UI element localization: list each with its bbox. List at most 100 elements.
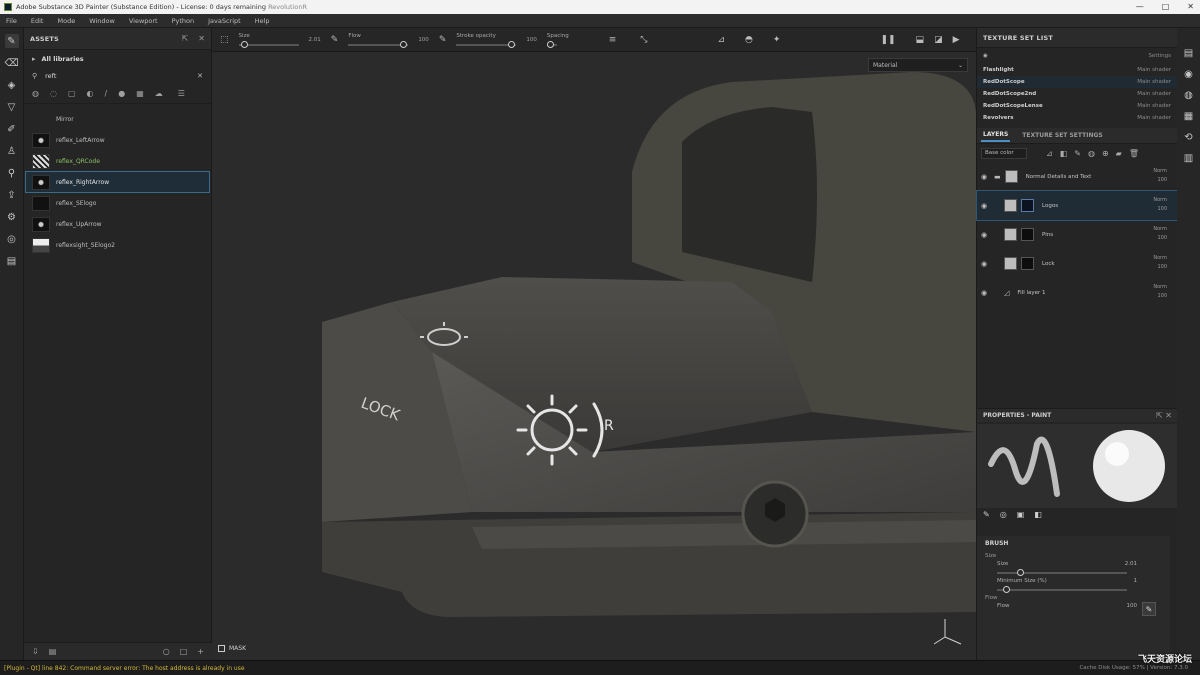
texture-set-shader[interactable]: Main shader: [1137, 79, 1171, 85]
properties-icon[interactable]: ▥: [1184, 153, 1193, 164]
layer-blend[interactable]: Norm 100: [1153, 283, 1167, 301]
eye-icon[interactable]: ◉: [983, 53, 988, 59]
minimize-button[interactable]: —: [1136, 2, 1144, 11]
layer-blend[interactable]: Norm 100: [1153, 167, 1167, 185]
status-error[interactable]: [Plugin - Qt] line 842: Command server e…: [4, 665, 245, 672]
close-panel-icon[interactable]: ✕: [198, 34, 205, 43]
brush-tab-icon[interactable]: ✎: [983, 510, 990, 519]
stroke-opacity-slider[interactable]: [456, 41, 517, 48]
texture-set-row[interactable]: RedDotScope Main shader: [977, 76, 1177, 88]
size-slider[interactable]: [238, 41, 299, 48]
paint-brush-icon[interactable]: ✎: [4, 34, 19, 48]
min-size-value[interactable]: 1: [1134, 578, 1138, 584]
asset-search-input[interactable]: [45, 72, 190, 80]
menu-javascript[interactable]: JavaScript: [208, 17, 241, 25]
add-mask-icon[interactable]: ◧: [1060, 149, 1068, 158]
filter-materials-icon[interactable]: ◍: [32, 89, 39, 98]
layer-row[interactable]: ◉ Lock Norm 100: [977, 249, 1177, 278]
preview-square-icon[interactable]: □: [180, 647, 188, 656]
size-value[interactable]: 2.01: [309, 37, 321, 43]
eraser-icon[interactable]: ⌫: [4, 56, 18, 70]
texture-set-settings-dropdown[interactable]: Settings: [1148, 53, 1171, 59]
size-prop-value[interactable]: 2.01: [1125, 561, 1137, 567]
texture-set-list-icon[interactable]: ▤: [1184, 48, 1193, 59]
list-view-icon[interactable]: ☰: [178, 89, 185, 98]
min-size-knob[interactable]: [1003, 586, 1010, 593]
menu-viewport[interactable]: Viewport: [129, 17, 158, 25]
pen-pressure-icon[interactable]: ✎: [331, 35, 339, 45]
size-prop-slider[interactable]: [997, 569, 1127, 576]
shader-settings-icon[interactable]: ◍: [1184, 90, 1193, 101]
size-slider-knob[interactable]: [240, 41, 248, 48]
pen-pressure-flow-icon[interactable]: ✎: [439, 35, 447, 45]
asset-item[interactable]: reflexsight_SElogo2: [26, 235, 209, 255]
layer-mask-thumbnail[interactable]: [1021, 257, 1034, 270]
projection-icon[interactable]: ◈: [5, 78, 19, 92]
stroke-opacity-knob[interactable]: [508, 41, 516, 48]
material-tab-icon[interactable]: ◧: [1034, 510, 1042, 519]
layer-row[interactable]: ◉ ▬ Normal Details and Text Norm 100: [977, 162, 1177, 191]
stroke-opacity-value[interactable]: 100: [526, 37, 537, 43]
layer-row[interactable]: ◉ ◿ Fill layer 1 Norm 100: [977, 278, 1177, 307]
menu-mode[interactable]: Mode: [57, 17, 75, 25]
eye-icon[interactable]: ◉: [981, 289, 990, 297]
preview-sphere-icon[interactable]: ○: [163, 647, 170, 656]
menu-file[interactable]: File: [6, 17, 17, 25]
library-row[interactable]: ▸ All libraries: [24, 50, 211, 68]
layer-row[interactable]: ◉ Pins Norm 100: [977, 220, 1177, 249]
filter-environment-icon[interactable]: ☁: [155, 89, 163, 98]
menu-lines-icon[interactable]: ≡: [609, 35, 617, 45]
undock-icon[interactable]: ⇱ ✕: [1156, 411, 1172, 420]
geometry-mask-icon[interactable]: ▽: [5, 100, 19, 114]
asset-item[interactable]: reflex_QRCode: [26, 151, 209, 171]
filter-masks-icon[interactable]: ▦: [136, 89, 144, 98]
layer-row[interactable]: ◉ Logos Norm 100: [976, 190, 1178, 221]
display-icon[interactable]: ✦: [773, 35, 781, 45]
flow-value[interactable]: 100: [418, 37, 429, 43]
add-fill-layer-icon[interactable]: ◍: [1088, 149, 1095, 158]
mask-toggle[interactable]: MASK: [218, 645, 246, 652]
min-size-slider[interactable]: [997, 586, 1127, 593]
flow-prop-value[interactable]: 100: [1127, 603, 1138, 609]
layer-blend[interactable]: Norm 100: [1153, 196, 1167, 214]
import-icon[interactable]: ⇩: [32, 647, 39, 656]
document-icon[interactable]: ▤: [5, 254, 19, 268]
screenshot-icon[interactable]: ⬓: [916, 35, 925, 45]
smudge-icon[interactable]: ✐: [5, 122, 19, 136]
picker-icon[interactable]: ⚲: [5, 166, 19, 180]
texture-set-shader[interactable]: Main shader: [1137, 103, 1171, 109]
camera-icon[interactable]: ◎: [5, 232, 19, 246]
material-mode-dropdown[interactable]: Material ⌄: [868, 58, 968, 72]
asset-item[interactable]: reflex_SElogo: [26, 193, 209, 213]
menu-edit[interactable]: Edit: [31, 17, 44, 25]
asset-item[interactable]: reflex_LeftArrow: [26, 130, 209, 150]
new-library-icon[interactable]: ▤: [49, 647, 57, 656]
asset-item[interactable]: Mirror: [26, 109, 209, 129]
flow-slider-knob[interactable]: [400, 41, 408, 48]
filter-brushes-icon[interactable]: /: [105, 89, 108, 98]
spacing-slider-knob[interactable]: [546, 41, 554, 48]
undock-icon[interactable]: ⇱: [182, 34, 189, 43]
layers-icon[interactable]: ▦: [1184, 111, 1193, 122]
layer-blend[interactable]: Norm 100: [1153, 254, 1167, 272]
display-settings-icon[interactable]: ◉: [1184, 69, 1193, 80]
texture-set-shader[interactable]: Main shader: [1137, 67, 1171, 73]
filter-textures-icon[interactable]: ▢: [68, 89, 76, 98]
mask-checkbox[interactable]: [218, 645, 225, 652]
eye-icon[interactable]: ◉: [981, 173, 990, 181]
asset-item[interactable]: reflex_UpArrow: [26, 214, 209, 234]
filter-particles-icon[interactable]: ●: [118, 89, 125, 98]
layer-mask-thumbnail[interactable]: [1021, 228, 1034, 241]
iray-icon[interactable]: ◪: [934, 35, 943, 45]
maximize-button[interactable]: □: [1162, 2, 1170, 11]
texture-set-shader[interactable]: Main shader: [1137, 91, 1171, 97]
add-folder-icon[interactable]: ▰: [1116, 149, 1122, 158]
texture-set-row[interactable]: RedDotScopeLense Main shader: [977, 100, 1177, 112]
channel-view-select[interactable]: Base color: [981, 147, 1027, 159]
camera-mode-icon[interactable]: ◓: [745, 35, 753, 45]
filter-smart-materials-icon[interactable]: ◌: [50, 89, 57, 98]
alpha-tab-icon[interactable]: ◎: [1000, 510, 1007, 519]
add-effect-icon[interactable]: ⊿: [1046, 149, 1053, 158]
eye-icon[interactable]: ◉: [981, 202, 990, 210]
texture-set-row[interactable]: RedDotScope2nd Main shader: [977, 88, 1177, 100]
